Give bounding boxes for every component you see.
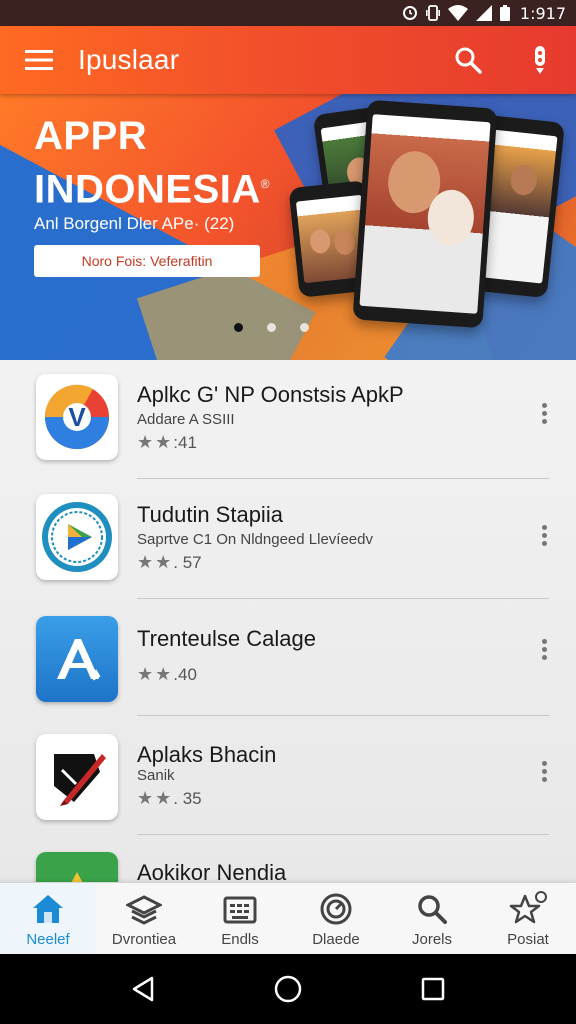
app-rating: ★ ★. 35 xyxy=(137,788,202,809)
carousel-indicator xyxy=(234,323,309,332)
item-more-button[interactable] xyxy=(534,398,554,428)
app-bar: Ipuslaar xyxy=(0,26,576,94)
star-icon: ★ xyxy=(155,432,172,452)
recents-button[interactable] xyxy=(403,959,463,1019)
divider xyxy=(137,715,549,716)
banner-cta-button[interactable]: Noro Fois: Veferafitin xyxy=(34,245,260,277)
home-circle-icon xyxy=(274,975,302,1003)
nav-item-home[interactable]: Neelef xyxy=(0,883,96,954)
list-item[interactable]: Tudutin Stapiia Saprtve C1 On Nldngeed L… xyxy=(0,494,576,612)
red-pen-icon xyxy=(36,734,118,820)
rating-value: . 35 xyxy=(173,788,202,808)
banner-title-line2: INDONESIA® xyxy=(34,160,270,213)
nav-item-search[interactable]: Jorels xyxy=(384,883,480,954)
app-title: Ipuslaar xyxy=(78,44,180,75)
app-name: Trenteulse Calage xyxy=(137,626,316,651)
list-item[interactable]: V Aplkc G' NP Oonstsis ApkP Addare A SSI… xyxy=(0,374,576,492)
divider xyxy=(137,598,549,599)
nav-label: Endls xyxy=(221,931,259,948)
app-name: Tudutin Stapiia xyxy=(137,502,283,527)
promo-banner[interactable]: APPR INDONESIA® Anl Borgenl Dler APe· (2… xyxy=(0,94,576,360)
nav-item-favorites[interactable]: Posiat xyxy=(480,883,576,954)
star-icon: ★ xyxy=(137,788,154,808)
back-icon xyxy=(132,976,153,1002)
star-icon: ★ xyxy=(155,664,172,684)
nav-label: Dlaede xyxy=(312,931,360,948)
back-button[interactable] xyxy=(113,959,173,1019)
star-icon: ★ xyxy=(155,788,172,808)
item-more-button[interactable] xyxy=(534,520,554,550)
carousel-dot[interactable] xyxy=(300,323,309,332)
nav-label: Dvrontiea xyxy=(111,931,177,948)
banner-title-line1: APPR xyxy=(34,114,148,158)
svg-text:V: V xyxy=(68,402,86,432)
green-yellow-app-icon xyxy=(36,852,118,882)
app-rating: ★ ★:41 xyxy=(137,432,197,453)
banner-title-text: INDONESIA xyxy=(34,167,261,212)
alarm-icon xyxy=(402,6,417,20)
star-outline-icon xyxy=(509,891,547,924)
star-icon: ★ xyxy=(137,432,154,452)
menu-icon xyxy=(25,50,53,70)
overflow-menu-button[interactable] xyxy=(504,26,576,94)
list-item[interactable]: Aokikor Nendia xyxy=(0,852,576,882)
divider xyxy=(137,834,549,835)
item-more-button[interactable] xyxy=(534,756,554,786)
rating-value: .40 xyxy=(173,664,197,684)
chrome-like-icon: V xyxy=(36,374,118,460)
app-rating: ★ ★ .40 xyxy=(137,664,197,685)
item-more-button[interactable] xyxy=(534,634,554,664)
registered-mark: ® xyxy=(260,177,271,191)
star-icon: ★ xyxy=(155,552,172,572)
wifi-icon xyxy=(447,5,468,21)
more-vertical-icon xyxy=(535,46,545,74)
app-subtitle: Addare A SSIII xyxy=(137,411,235,428)
home-icon xyxy=(33,895,63,923)
app-subtitle: Saprtve C1 On Nldngeed Llevíeedv xyxy=(137,531,373,548)
nav-item-target[interactable]: Dlaede xyxy=(288,883,384,954)
battery-icon xyxy=(499,5,510,21)
phone-illustration xyxy=(352,99,498,329)
layers-icon xyxy=(126,895,162,925)
nav-label: Neelef xyxy=(26,931,70,948)
bottom-navigation: Neelef Dvrontiea Endls Dlaede Jorels Pos… xyxy=(0,882,576,954)
carousel-dot[interactable] xyxy=(234,323,243,332)
app-name: Aokikor Nendia xyxy=(137,860,287,882)
app-subtitle: Sanik xyxy=(137,767,175,784)
play-badge-icon xyxy=(36,494,118,580)
app-name: Aplkc G' NP Oonstsis ApkP xyxy=(137,382,404,407)
star-icon: ★ xyxy=(137,552,154,572)
keyboard-icon xyxy=(223,896,257,924)
nav-label: Jorels xyxy=(411,931,452,948)
app-name: Aplaks Bhacin xyxy=(137,742,277,767)
app-list: V Aplkc G' NP Oonstsis ApkP Addare A SSI… xyxy=(0,360,576,882)
search-button[interactable] xyxy=(432,26,504,94)
recents-icon xyxy=(422,977,445,1001)
star-icon: ★ xyxy=(137,664,154,684)
signal-icon xyxy=(475,5,492,21)
search-icon xyxy=(418,895,447,924)
divider xyxy=(137,478,549,479)
letter-a-icon xyxy=(36,616,118,702)
system-navigation-bar xyxy=(0,954,576,1024)
target-icon xyxy=(320,893,352,925)
rating-value: :41 xyxy=(173,432,197,452)
status-time: 1:917 xyxy=(519,3,566,23)
search-icon xyxy=(455,47,482,74)
nav-item-keyboard[interactable]: Endls xyxy=(192,883,288,954)
nav-item-layers[interactable]: Dvrontiea xyxy=(96,883,192,954)
rating-value: . 57 xyxy=(173,552,202,572)
banner-subtitle: Anl Borgenl Dler APe· (22) xyxy=(34,214,235,233)
app-rating: ★ ★. 57 xyxy=(137,552,202,573)
home-button[interactable] xyxy=(258,959,318,1019)
list-item[interactable]: Trenteulse Calage ★ ★ .40 xyxy=(0,616,576,734)
vibrate-icon xyxy=(425,5,440,21)
carousel-dot[interactable] xyxy=(267,323,276,332)
nav-label: Posiat xyxy=(507,931,549,948)
status-bar: 1:917 xyxy=(0,0,576,26)
banner-title: APPR INDONESIA® xyxy=(34,112,270,213)
menu-button[interactable] xyxy=(0,26,78,94)
